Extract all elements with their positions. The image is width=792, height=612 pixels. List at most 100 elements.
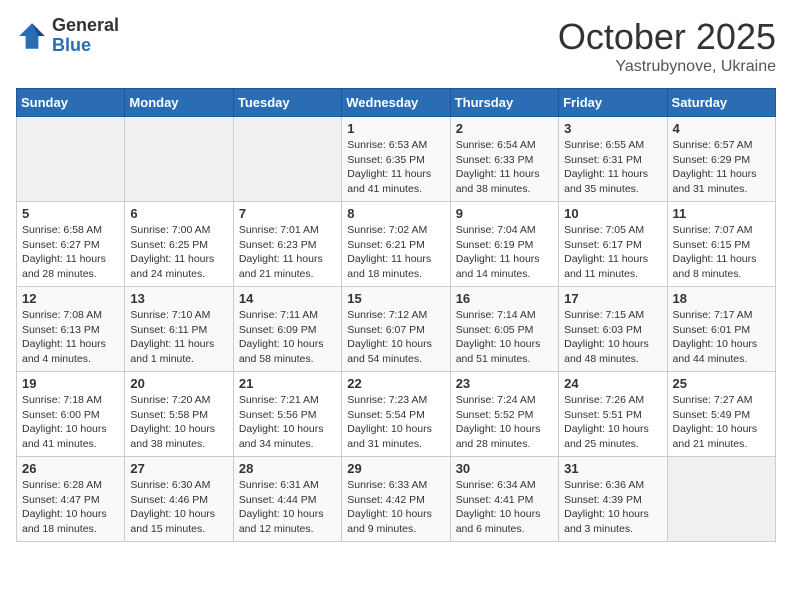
day-info: Sunrise: 6:28 AM Sunset: 4:47 PM Dayligh… xyxy=(22,478,119,537)
day-info: Sunrise: 6:57 AM Sunset: 6:29 PM Dayligh… xyxy=(673,138,770,197)
col-tuesday: Tuesday xyxy=(233,89,341,117)
day-info: Sunrise: 7:01 AM Sunset: 6:23 PM Dayligh… xyxy=(239,223,336,282)
day-number: 29 xyxy=(347,461,444,476)
day-number: 21 xyxy=(239,376,336,391)
calendar-week-row: 19Sunrise: 7:18 AM Sunset: 6:00 PM Dayli… xyxy=(17,372,776,457)
logo-icon xyxy=(16,20,48,52)
day-info: Sunrise: 7:11 AM Sunset: 6:09 PM Dayligh… xyxy=(239,308,336,367)
title-block: October 2025 Yastrubynove, Ukraine xyxy=(558,16,776,76)
day-number: 23 xyxy=(456,376,553,391)
day-info: Sunrise: 6:55 AM Sunset: 6:31 PM Dayligh… xyxy=(564,138,661,197)
day-info: Sunrise: 7:02 AM Sunset: 6:21 PM Dayligh… xyxy=(347,223,444,282)
logo-blue-text: Blue xyxy=(52,36,119,56)
day-info: Sunrise: 7:17 AM Sunset: 6:01 PM Dayligh… xyxy=(673,308,770,367)
day-number: 2 xyxy=(456,121,553,136)
day-number: 31 xyxy=(564,461,661,476)
day-number: 3 xyxy=(564,121,661,136)
page-header: General Blue October 2025 Yastrubynove, … xyxy=(16,16,776,76)
calendar-cell: 29 Sunrise: 6:33 AM Sunset: 4:42 PM Dayli… xyxy=(342,457,450,542)
day-number: 24 xyxy=(564,376,661,391)
calendar-cell: 10Sunrise: 7:05 AM Sunset: 6:17 PM Dayli… xyxy=(559,202,667,287)
day-number: 20 xyxy=(130,376,227,391)
day-number: 8 xyxy=(347,206,444,221)
day-info: Sunrise: 7:07 AM Sunset: 6:15 PM Dayligh… xyxy=(673,223,770,282)
day-number: 26 xyxy=(22,461,119,476)
day-number: 30 xyxy=(456,461,553,476)
calendar-cell xyxy=(17,117,125,202)
day-number: 25 xyxy=(673,376,770,391)
calendar-cell: 31 Sunrise: 6:36 AM Sunset: 4:39 PM Dayli… xyxy=(559,457,667,542)
day-info: Sunrise: 6:54 AM Sunset: 6:33 PM Dayligh… xyxy=(456,138,553,197)
day-number: 4 xyxy=(673,121,770,136)
calendar-cell: 21 Sunrise: 7:21 AM Sunset: 5:56 PM Dayli… xyxy=(233,372,341,457)
calendar-cell: 28 Sunrise: 6:31 AM Sunset: 4:44 PM Dayli… xyxy=(233,457,341,542)
calendar-table: Sunday Monday Tuesday Wednesday Thursday… xyxy=(16,88,776,542)
calendar-week-row: 5 Sunrise: 6:58 AM Sunset: 6:27 PM Daylig… xyxy=(17,202,776,287)
day-info: Sunrise: 7:23 AM Sunset: 5:54 PM Dayligh… xyxy=(347,393,444,452)
month-title: October 2025 xyxy=(558,16,776,58)
day-info: Sunrise: 6:33 AM Sunset: 4:42 PM Dayligh… xyxy=(347,478,444,537)
day-info: Sunrise: 6:31 AM Sunset: 4:44 PM Dayligh… xyxy=(239,478,336,537)
day-info: Sunrise: 7:10 AM Sunset: 6:11 PM Dayligh… xyxy=(130,308,227,367)
day-number: 10 xyxy=(564,206,661,221)
day-info: Sunrise: 6:34 AM Sunset: 4:41 PM Dayligh… xyxy=(456,478,553,537)
day-info: Sunrise: 7:18 AM Sunset: 6:00 PM Dayligh… xyxy=(22,393,119,452)
day-number: 9 xyxy=(456,206,553,221)
calendar-cell xyxy=(667,457,775,542)
calendar-week-row: 1Sunrise: 6:53 AM Sunset: 6:35 PM Daylig… xyxy=(17,117,776,202)
calendar-cell: 25Sunrise: 7:27 AM Sunset: 5:49 PM Dayli… xyxy=(667,372,775,457)
calendar-header-row: Sunday Monday Tuesday Wednesday Thursday… xyxy=(17,89,776,117)
day-info: Sunrise: 7:24 AM Sunset: 5:52 PM Dayligh… xyxy=(456,393,553,452)
day-info: Sunrise: 6:36 AM Sunset: 4:39 PM Dayligh… xyxy=(564,478,661,537)
calendar-cell: 1Sunrise: 6:53 AM Sunset: 6:35 PM Daylig… xyxy=(342,117,450,202)
day-number: 15 xyxy=(347,291,444,306)
day-info: Sunrise: 7:26 AM Sunset: 5:51 PM Dayligh… xyxy=(564,393,661,452)
calendar-cell: 22 Sunrise: 7:23 AM Sunset: 5:54 PM Dayli… xyxy=(342,372,450,457)
day-number: 11 xyxy=(673,206,770,221)
day-number: 12 xyxy=(22,291,119,306)
day-info: Sunrise: 7:12 AM Sunset: 6:07 PM Dayligh… xyxy=(347,308,444,367)
day-info: Sunrise: 7:14 AM Sunset: 6:05 PM Dayligh… xyxy=(456,308,553,367)
day-info: Sunrise: 7:20 AM Sunset: 5:58 PM Dayligh… xyxy=(130,393,227,452)
day-number: 17 xyxy=(564,291,661,306)
day-number: 5 xyxy=(22,206,119,221)
calendar-cell: 2 Sunrise: 6:54 AM Sunset: 6:33 PM Daylig… xyxy=(450,117,558,202)
calendar-cell: 24 Sunrise: 7:26 AM Sunset: 5:51 PM Dayli… xyxy=(559,372,667,457)
col-monday: Monday xyxy=(125,89,233,117)
day-info: Sunrise: 7:21 AM Sunset: 5:56 PM Dayligh… xyxy=(239,393,336,452)
calendar-cell: 3 Sunrise: 6:55 AM Sunset: 6:31 PM Daylig… xyxy=(559,117,667,202)
calendar-cell: 8 Sunrise: 7:02 AM Sunset: 6:21 PM Daylig… xyxy=(342,202,450,287)
calendar-week-row: 12 Sunrise: 7:08 AM Sunset: 6:13 PM Dayli… xyxy=(17,287,776,372)
location-subtitle: Yastrubynove, Ukraine xyxy=(558,58,776,76)
calendar-cell: 27 Sunrise: 6:30 AM Sunset: 4:46 PM Dayli… xyxy=(125,457,233,542)
logo: General Blue xyxy=(16,16,119,56)
calendar-cell: 6 Sunrise: 7:00 AM Sunset: 6:25 PM Daylig… xyxy=(125,202,233,287)
col-wednesday: Wednesday xyxy=(342,89,450,117)
calendar-cell: 26 Sunrise: 6:28 AM Sunset: 4:47 PM Dayli… xyxy=(17,457,125,542)
day-info: Sunrise: 6:58 AM Sunset: 6:27 PM Dayligh… xyxy=(22,223,119,282)
calendar-cell: 23 Sunrise: 7:24 AM Sunset: 5:52 PM Dayli… xyxy=(450,372,558,457)
day-number: 22 xyxy=(347,376,444,391)
day-number: 7 xyxy=(239,206,336,221)
day-info: Sunrise: 7:00 AM Sunset: 6:25 PM Dayligh… xyxy=(130,223,227,282)
calendar-cell: 4 Sunrise: 6:57 AM Sunset: 6:29 PM Daylig… xyxy=(667,117,775,202)
calendar-cell: 18Sunrise: 7:17 AM Sunset: 6:01 PM Dayli… xyxy=(667,287,775,372)
calendar-cell: 15 Sunrise: 7:12 AM Sunset: 6:07 PM Dayli… xyxy=(342,287,450,372)
col-saturday: Saturday xyxy=(667,89,775,117)
day-number: 6 xyxy=(130,206,227,221)
calendar-cell: 19Sunrise: 7:18 AM Sunset: 6:00 PM Dayli… xyxy=(17,372,125,457)
day-info: Sunrise: 6:30 AM Sunset: 4:46 PM Dayligh… xyxy=(130,478,227,537)
day-number: 28 xyxy=(239,461,336,476)
day-number: 27 xyxy=(130,461,227,476)
calendar-cell xyxy=(233,117,341,202)
day-number: 16 xyxy=(456,291,553,306)
day-number: 14 xyxy=(239,291,336,306)
calendar-week-row: 26 Sunrise: 6:28 AM Sunset: 4:47 PM Dayli… xyxy=(17,457,776,542)
calendar-cell: 16 Sunrise: 7:14 AM Sunset: 6:05 PM Dayli… xyxy=(450,287,558,372)
calendar-cell xyxy=(125,117,233,202)
calendar-cell: 14 Sunrise: 7:11 AM Sunset: 6:09 PM Dayli… xyxy=(233,287,341,372)
calendar-cell: 7 Sunrise: 7:01 AM Sunset: 6:23 PM Daylig… xyxy=(233,202,341,287)
day-info: Sunrise: 7:08 AM Sunset: 6:13 PM Dayligh… xyxy=(22,308,119,367)
calendar-cell: 17 Sunrise: 7:15 AM Sunset: 6:03 PM Dayli… xyxy=(559,287,667,372)
day-info: Sunrise: 7:15 AM Sunset: 6:03 PM Dayligh… xyxy=(564,308,661,367)
